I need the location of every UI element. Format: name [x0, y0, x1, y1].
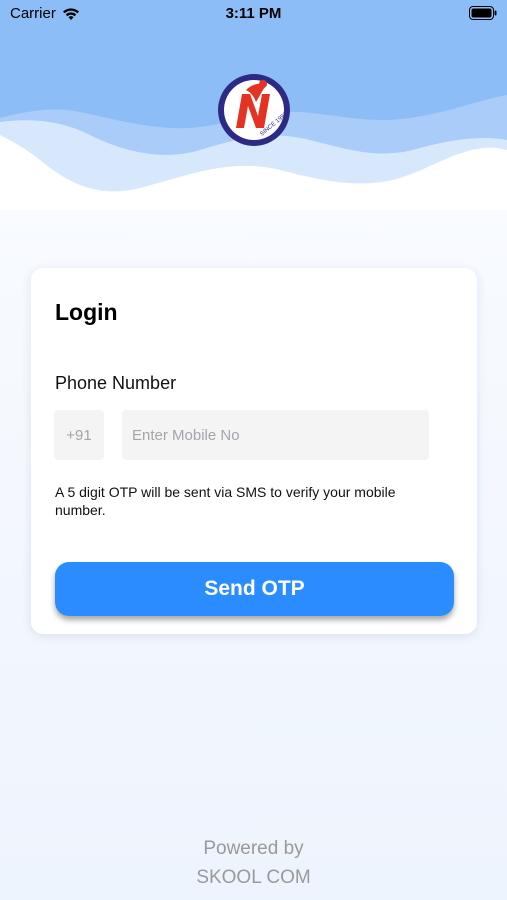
- status-time: 3:11 PM: [225, 5, 282, 22]
- mobile-number-input[interactable]: [122, 410, 429, 460]
- status-right: [469, 6, 497, 24]
- brand-name: SKOOL COM: [196, 867, 311, 888]
- login-card: Login Phone Number A 5 digit OTP will be…: [31, 268, 477, 634]
- battery-icon: [469, 6, 497, 20]
- powered-by-label: Powered by: [203, 838, 304, 859]
- status-bar: Carrier 3:11 PM: [0, 0, 507, 28]
- otp-info-text: A 5 digit OTP will be sent via SMS to ve…: [55, 484, 396, 518]
- school-logo: SINCE 1991: [218, 74, 290, 146]
- login-title: Login: [55, 299, 118, 325]
- send-otp-button[interactable]: Send OTP: [55, 562, 454, 616]
- phone-number-label: Phone Number: [55, 373, 177, 393]
- country-code-field[interactable]: [54, 410, 104, 460]
